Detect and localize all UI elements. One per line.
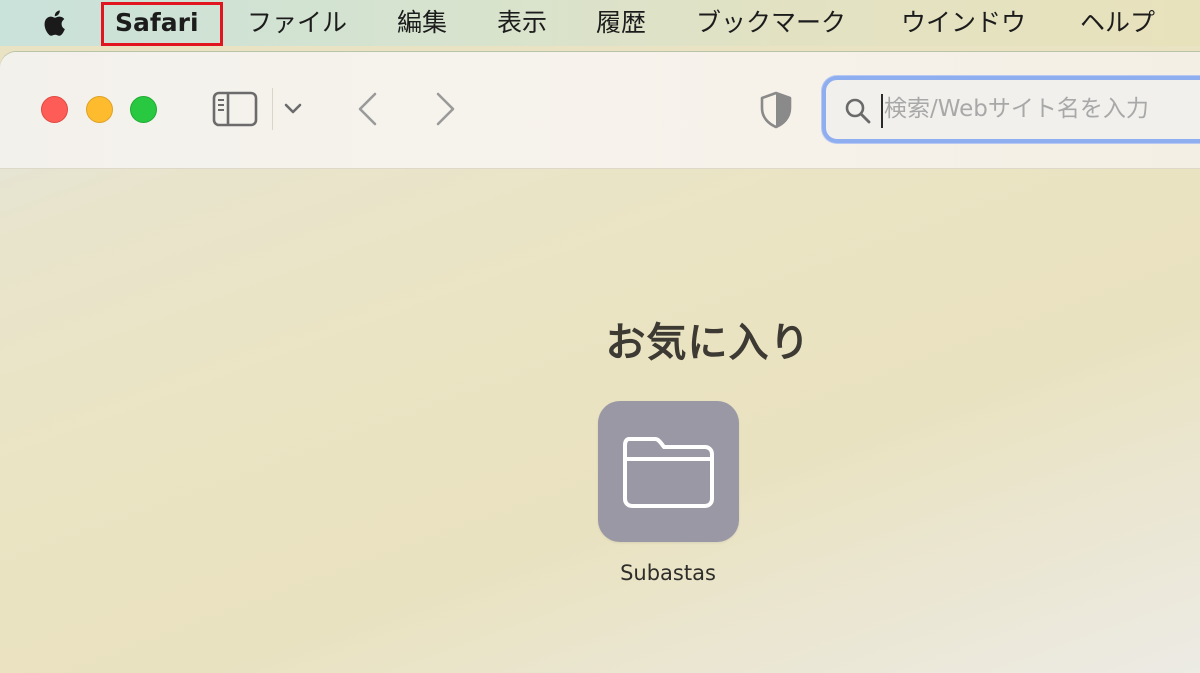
highlight-box <box>101 2 223 46</box>
favorites-title: お気に入り <box>605 320 811 366</box>
menu-bar: Safari ファイル 編集 表示 履歴 ブックマーク ウインドウ ヘルプ <box>0 0 1200 46</box>
privacy-shield-icon[interactable] <box>758 91 794 129</box>
chevron-down-icon[interactable] <box>282 100 304 118</box>
toolbar-divider <box>272 88 273 130</box>
menu-history[interactable]: 履歴 <box>596 0 646 46</box>
zoom-button[interactable] <box>130 96 157 123</box>
apple-logo-icon[interactable] <box>40 7 72 39</box>
menu-window[interactable]: ウインドウ <box>901 0 1026 46</box>
folder-icon <box>623 437 714 508</box>
chevron-right-icon[interactable] <box>433 90 459 128</box>
menu-help[interactable]: ヘルプ <box>1080 0 1155 46</box>
menu-bookmarks[interactable]: ブックマーク <box>696 0 846 46</box>
menu-view[interactable]: 表示 <box>497 0 547 46</box>
menu-file[interactable]: ファイル <box>247 0 347 46</box>
toolbar: 検索/Webサイト名を入力 <box>0 52 1200 169</box>
text-caret <box>881 94 883 128</box>
sidebar-icon[interactable] <box>212 91 258 127</box>
menu-edit[interactable]: 編集 <box>397 0 447 46</box>
safari-window: 検索/Webサイト名を入力 お気に入り Subastas <box>0 52 1200 673</box>
close-button[interactable] <box>41 96 68 123</box>
favorite-label[interactable]: Subastas <box>568 561 768 585</box>
minimize-button[interactable] <box>86 96 113 123</box>
favorite-tile[interactable] <box>598 401 739 542</box>
search-placeholder: 検索/Webサイト名を入力 <box>884 96 1149 122</box>
search-field[interactable]: 検索/Webサイト名を入力 <box>822 76 1200 143</box>
search-icon <box>845 98 871 124</box>
chevron-left-icon[interactable] <box>354 90 380 128</box>
